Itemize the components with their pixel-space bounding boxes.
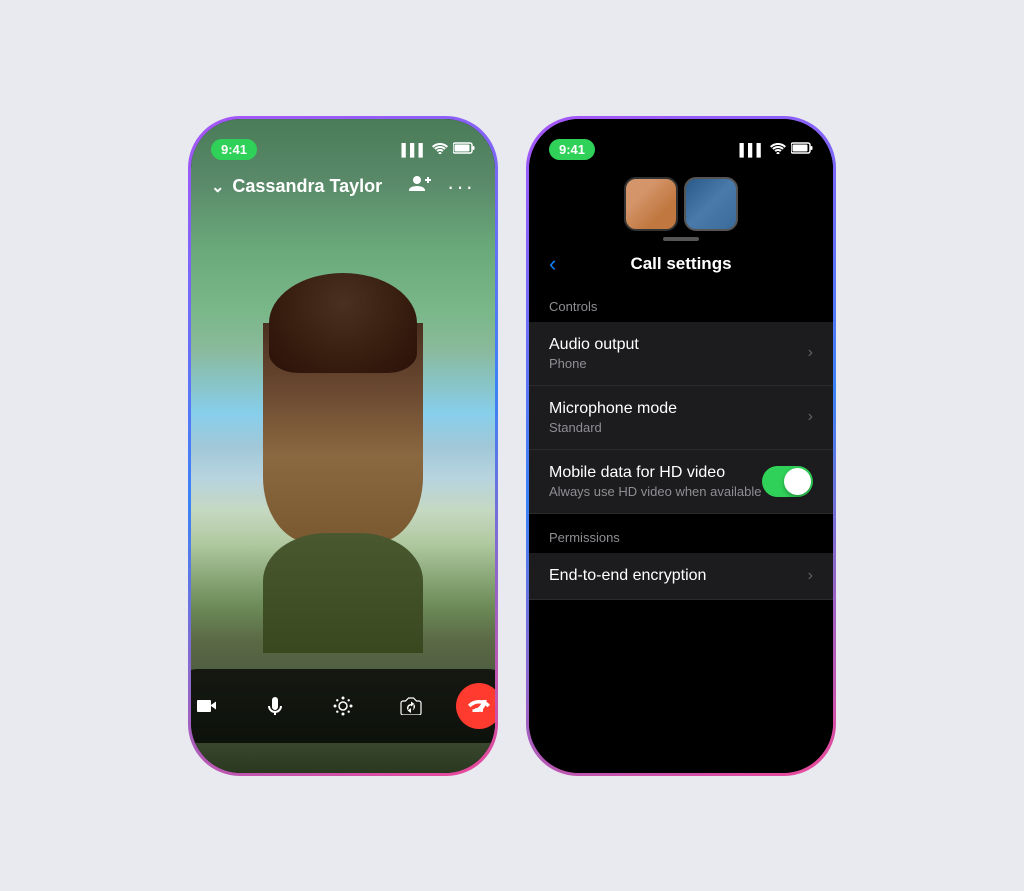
encryption-title: End-to-end encryption [549, 567, 706, 585]
mobile-data-title: Mobile data for HD video [549, 464, 761, 482]
hair [269, 273, 417, 373]
avatar-strip [529, 169, 833, 235]
left-status-bar: 9:41 ▌▌▌ [191, 119, 495, 169]
microphone-mode-row[interactable]: Microphone mode Standard › [529, 386, 833, 450]
right-status-icons: ▌▌▌ [739, 142, 813, 157]
settings-nav: ‹ Call settings [529, 241, 833, 283]
left-phone-screen: 9:41 ▌▌▌ [191, 119, 495, 773]
right-phone-screen: 9:41 ▌▌▌ [529, 119, 833, 773]
mobile-data-left: Mobile data for HD video Always use HD v… [549, 464, 761, 499]
right-wifi-icon [770, 142, 786, 157]
chevron-down-icon[interactable]: ⌄ [211, 177, 224, 197]
avatar-user2 [684, 177, 738, 231]
audio-output-subtitle: Phone [549, 356, 639, 371]
right-phone-frame: 9:41 ▌▌▌ [526, 116, 836, 776]
wifi-icon [432, 142, 448, 157]
call-header: ⌄ Cassandra Taylor ··· [191, 174, 495, 200]
end-call-button[interactable] [456, 683, 495, 729]
contact-name: Cassandra Taylor [232, 176, 382, 197]
left-time: 9:41 [211, 139, 257, 160]
page-container: 9:41 ▌▌▌ [148, 76, 876, 816]
permissions-section-header: Permissions [529, 514, 833, 553]
body [263, 533, 423, 653]
encryption-left: End-to-end encryption [549, 567, 706, 585]
settings-content: Controls Audio output Phone › Microphone… [529, 283, 833, 773]
mobile-data-row[interactable]: Mobile data for HD video Always use HD v… [529, 450, 833, 514]
microphone-mode-title: Microphone mode [549, 400, 677, 418]
hd-video-toggle[interactable] [762, 466, 813, 497]
mobile-data-subtitle: Always use HD video when available [549, 484, 761, 499]
person-silhouette [243, 273, 443, 653]
left-phone-frame: 9:41 ▌▌▌ [188, 116, 498, 776]
toggle-knob [784, 468, 811, 495]
encryption-row[interactable]: End-to-end encryption › [529, 553, 833, 600]
call-name-area: ⌄ Cassandra Taylor [211, 176, 382, 197]
right-battery-icon [791, 142, 813, 157]
right-signal-icon: ▌▌▌ [739, 143, 765, 157]
microphone-mode-subtitle: Standard [549, 420, 677, 435]
mute-button[interactable] [252, 683, 298, 729]
audio-output-row[interactable]: Audio output Phone › [529, 322, 833, 386]
add-person-icon[interactable] [409, 174, 431, 200]
battery-icon [453, 142, 475, 157]
settings-screen: 9:41 ▌▌▌ [529, 119, 833, 773]
left-status-icons: ▌▌▌ [401, 142, 475, 157]
effects-button[interactable] [320, 683, 366, 729]
signal-icon: ▌▌▌ [401, 143, 427, 157]
encryption-chevron: › [808, 567, 813, 585]
video-button[interactable] [191, 683, 230, 729]
back-button[interactable]: ‹ [549, 251, 556, 277]
right-status-bar: 9:41 ▌▌▌ [529, 119, 833, 169]
audio-output-chevron: › [808, 344, 813, 362]
microphone-mode-chevron: › [808, 408, 813, 426]
flip-camera-button[interactable] [388, 683, 434, 729]
audio-output-title: Audio output [549, 336, 639, 354]
right-time: 9:41 [549, 139, 595, 160]
more-icon[interactable]: ··· [447, 174, 475, 200]
controls-section-header: Controls [529, 283, 833, 322]
call-actions: ··· [409, 174, 475, 200]
avatar-user1 [624, 177, 678, 231]
settings-title: Call settings [630, 254, 731, 274]
microphone-mode-left: Microphone mode Standard [549, 400, 677, 435]
call-controls-bar [191, 669, 495, 743]
audio-output-left: Audio output Phone [549, 336, 639, 371]
